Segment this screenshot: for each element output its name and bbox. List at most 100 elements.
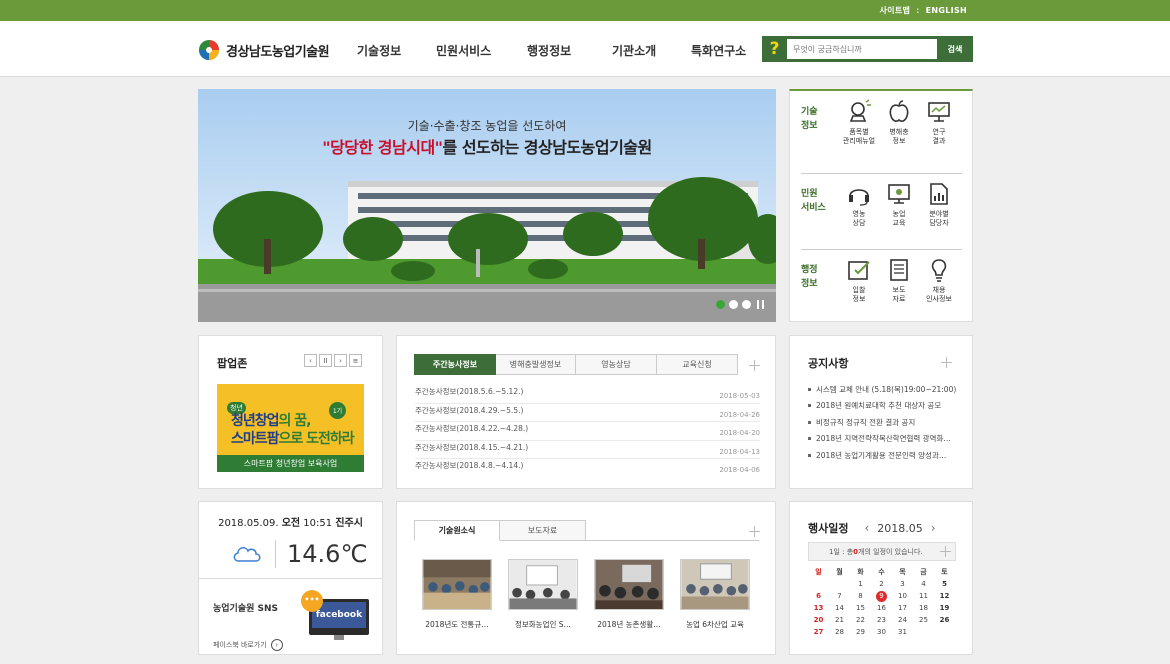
document-chart-icon [930,183,948,205]
calendar-day[interactable]: 18 [913,602,934,614]
calendar-weekday: 수 [878,568,885,576]
nav-tech-info[interactable]: 기술정보 [357,42,401,59]
calendar-day[interactable]: 7 [829,590,850,602]
notice-item[interactable]: 비정규직 정규직 전환 결과 공지 [806,417,956,433]
farm-info-board: 주간농사정보 병해충발생정보 영농상담 교육신청 주간농사정보(2018.5.6… [396,335,776,489]
calendar-day[interactable]: 21 [829,614,850,626]
calendar-day[interactable]: 8 [850,590,871,602]
calendar-day[interactable]: 27 [808,626,829,638]
calendar-day[interactable]: 10 [892,590,913,602]
sitemap-link[interactable]: 사이트맵 [880,6,911,15]
calendar-day[interactable]: 30 [871,626,892,638]
tab-edu-apply[interactable]: 교육신청 [657,354,738,375]
main-banner[interactable]: 기술·수출·창조 농업을 선도하여 "당당한 경남시대"를 선도하는 경상남도농… [198,89,776,322]
quick-item-staff[interactable]: 분야별 담당자 [919,181,959,228]
tab-press-release[interactable]: 보도자료 [500,520,586,541]
tech-news-gallery: 2018년도 전통규… 정보화농업인 S… 2018년 농촌생활… 농업 6차산… [422,559,755,639]
calendar-day[interactable]: 16 [871,602,892,614]
facebook-link[interactable]: 페이스북 바로가기 › [213,639,283,651]
calendar-day[interactable]: 26 [934,614,955,626]
site-logo[interactable]: 경상남도농업기술원 [198,38,330,62]
calendar-event-count: 1일 : 총 0 개의 일정이 있습니다. [808,542,956,561]
gallery-item[interactable]: 정보화농업인 S… [508,559,578,630]
calendar-day[interactable]: 22 [850,614,871,626]
popup-banner[interactable]: 청년 청년창업의 꿈, 스마트팜으로 도전하라 1기 스마트팜 청년창업 보육사… [217,384,364,472]
calendar-day[interactable]: 24 [892,614,913,626]
banner-dot-2[interactable] [729,300,738,309]
banner-slogan: "당당한 경남시대"를 선도하는 경상남도농업기술원 [198,134,776,158]
quick-category-label: 기술 정보 [801,107,818,131]
nav-civil-service[interactable]: 민원서비스 [436,42,491,59]
tab-institute-news[interactable]: 기술원소식 [414,520,500,541]
notice-item[interactable]: 2018년 지역전략작목산학연협력 광역화… [806,433,956,449]
calendar-day[interactable]: 6 [808,590,829,602]
quick-item-pest-info[interactable]: 병해충 정보 [879,99,919,146]
quick-item-crop-manual[interactable]: 품목별 관리매뉴얼 [839,99,879,146]
calendar-day [829,578,850,590]
prev-icon[interactable]: ‹ [304,354,317,367]
english-link[interactable]: ENGLISH [926,6,967,15]
next-month-icon[interactable]: › [931,521,936,535]
gallery-item[interactable]: 2018년도 전통규… [422,559,492,630]
notice-item[interactable]: 2018년 원예치료대학 추천 대상자 공모 [806,400,956,416]
quick-item-bidding[interactable]: 입찰 정보 [839,257,879,304]
list-item[interactable]: 주간농사정보(2018.4.29.~5.5.) 2018-04-26 [415,404,760,422]
search-button[interactable]: 검색 [937,44,973,55]
more-plus-icon[interactable] [941,357,952,368]
calendar-day[interactable]: 14 [829,602,850,614]
quick-item-education[interactable]: 농업 교육 [879,181,919,228]
list-item[interactable]: 주간농사정보(2018.4.15.~4.21.) 2018-04-13 [415,441,760,459]
calendar-day[interactable]: 19 [934,602,955,614]
calendar-day[interactable]: 4 [913,578,934,590]
calendar-day[interactable]: 11 [913,590,934,602]
notice-item[interactable]: 2018년 농업기계활용 전문인력 양성과… [806,450,956,466]
quick-item-research[interactable]: 연구 결과 [919,99,959,146]
more-plus-icon[interactable] [749,360,760,371]
nav-about[interactable]: 기관소개 [612,42,656,59]
calendar-weekday-row: 일월화수목금토 [808,566,955,578]
calendar-day[interactable]: 2 [871,578,892,590]
calendar-day[interactable]: 20 [808,614,829,626]
calendar-day[interactable]: 3 [892,578,913,590]
prev-month-icon[interactable]: ‹ [864,521,869,535]
calendar-day[interactable]: 25 [913,614,934,626]
calendar-day[interactable]: 5 [934,578,955,590]
question-icon: ? [769,39,780,59]
calendar-day[interactable]: 13 [808,602,829,614]
gallery-item[interactable]: 2018년 농촌생활… [594,559,664,630]
list-item[interactable]: 주간농사정보(2018.5.6.~5.12.) 2018-05-03 [415,385,760,404]
calendar-day[interactable]: 17 [892,602,913,614]
quick-item-farm-consult[interactable]: 영농 상담 [839,181,879,228]
calendar-day[interactable]: 28 [829,626,850,638]
next-icon[interactable]: › [334,354,347,367]
calendar-day[interactable]: 15 [850,602,871,614]
checklist-icon [848,261,870,280]
tab-farm-consult[interactable]: 영농상담 [576,354,657,375]
banner-dot-3[interactable] [742,300,751,309]
nav-special-lab[interactable]: 특화연구소 [691,42,746,59]
pause-icon[interactable]: II [319,354,332,367]
calendar-day[interactable]: 23 [871,614,892,626]
tab-weekly-farm-info[interactable]: 주간농사정보 [414,354,496,375]
notice-item[interactable]: 시스템 교체 안내 (5.18(목)19:00~21:00) [806,384,956,400]
add-plus-icon[interactable] [940,546,951,557]
list-icon[interactable]: ≡ [349,354,362,367]
gallery-item[interactable]: 농업 6차산업 교육 [680,559,750,630]
nav-admin-info[interactable]: 행정정보 [527,42,571,59]
list-item[interactable]: 주간농사정보(2018.4.22.~4.28.) 2018-04-20 [415,422,760,441]
calendar-day[interactable]: 12 [934,590,955,602]
banner-dot-1[interactable] [716,300,725,309]
notice-title: 공지사항 [808,357,849,370]
more-plus-icon[interactable] [749,526,760,537]
quick-item-press[interactable]: 보도 자료 [879,257,919,304]
calendar-day[interactable]: 29 [850,626,871,638]
search-input[interactable] [787,39,937,59]
calendar-day[interactable]: 9 [871,590,892,602]
pause-icon[interactable] [757,300,764,309]
calendar-day[interactable]: 1 [850,578,871,590]
popup-zone: 팝업존 ‹ II › ≡ 청년 청년창업의 꿈, 스마트팜으로 도전하라 1기 … [198,335,383,489]
calendar-day[interactable]: 31 [892,626,913,638]
tab-pest-info[interactable]: 병해충발생정보 [496,354,576,375]
list-item[interactable]: 주간농사정보(2018.4.8.~4.14.) 2018-04-06 [415,459,760,478]
quick-item-recruit[interactable]: 채용 인사정보 [919,257,959,304]
